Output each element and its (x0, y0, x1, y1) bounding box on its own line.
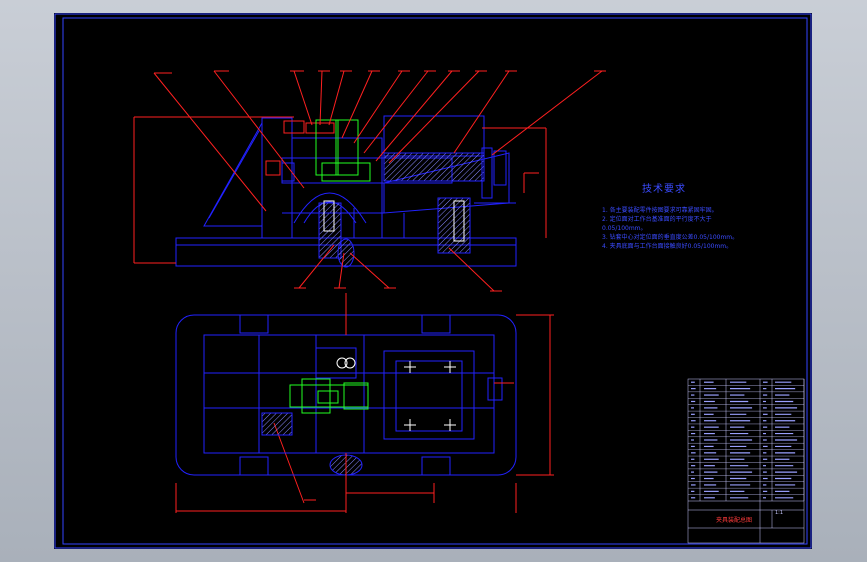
cad-drawing (54, 13, 812, 549)
drawing-canvas[interactable]: 技术要求 1. 各主要装配零件按图要求可靠紧固牢固。 2. 定位面对工作台基准面… (54, 13, 812, 549)
top-view (175, 314, 517, 476)
drawing-title: 夹具装配总图 (716, 517, 753, 524)
tech-requirement-line: 2. 定位面对工作台基准面的平行度不大于 (602, 216, 712, 223)
tech-requirement-line: 4. 夹具底面与工作台面接触良好0.05/100mm。 (602, 243, 733, 250)
tech-requirement-line: 1. 各主要装配零件按图要求可靠紧固牢固。 (602, 207, 718, 214)
front-view (175, 115, 517, 268)
tech-requirement-line: 0.05/100mm。 (602, 225, 647, 232)
inner-frame (62, 17, 808, 545)
drawing-scale: 1:1 (775, 510, 784, 516)
top-dimensions (175, 293, 554, 513)
tech-requirements-title: 技术要求 (642, 184, 686, 195)
tech-requirement-line: 3. 钻套中心对定位面的垂直度公差0.05/100mm。 (602, 234, 739, 241)
